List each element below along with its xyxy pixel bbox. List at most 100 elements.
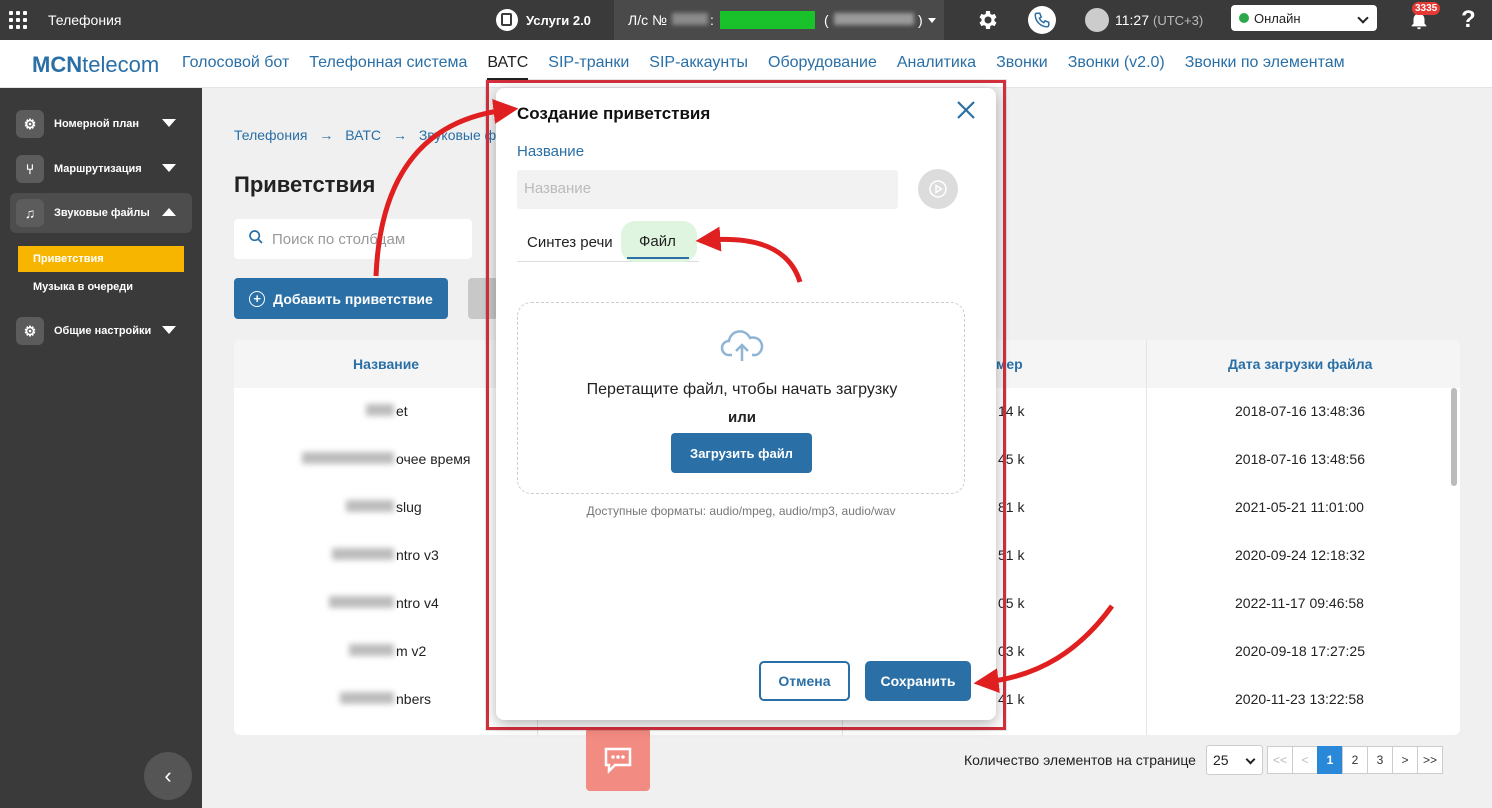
search-input[interactable]: Поиск по столбцам bbox=[234, 219, 472, 259]
status-label: Онлайн bbox=[1254, 10, 1301, 26]
redacted-text bbox=[346, 500, 394, 512]
account-paren-open: ( bbox=[824, 12, 829, 28]
nav-calls[interactable]: Звонки bbox=[996, 54, 1048, 80]
branch-icon: ⑂ bbox=[16, 155, 44, 183]
play-button[interactable] bbox=[918, 169, 958, 209]
account-colon: : bbox=[710, 12, 714, 28]
collapse-sidebar-button[interactable]: ‹ bbox=[144, 752, 192, 800]
account-paren-close: ) bbox=[918, 12, 923, 28]
tab-file[interactable]: Файл bbox=[621, 221, 697, 262]
services-label: Услуги 2.0 bbox=[526, 12, 591, 28]
cell-date: 2021-05-21 11:01:00 bbox=[1235, 499, 1364, 515]
arrow-right-icon: → bbox=[319, 127, 334, 143]
nav-vats[interactable]: ВАТС bbox=[487, 54, 529, 80]
cell-name: ntro v4 bbox=[396, 595, 439, 611]
save-button[interactable]: Сохранить bbox=[865, 661, 971, 701]
page-button[interactable]: 2 bbox=[1342, 746, 1368, 774]
status-select[interactable]: Онлайн bbox=[1231, 5, 1377, 31]
gear-icon: ⚙ bbox=[16, 317, 44, 345]
tab-underline bbox=[627, 257, 689, 259]
name-placeholder: Название bbox=[524, 180, 592, 197]
nav-sip-accounts[interactable]: SIP-аккаунты bbox=[649, 54, 748, 80]
drop-text: Перетащите файл, чтобы начать загрузку bbox=[586, 381, 898, 398]
pagination: << < 1 2 3 > >> bbox=[1267, 746, 1443, 774]
chevron-down-icon bbox=[162, 164, 176, 172]
name-label: Название bbox=[517, 143, 585, 160]
logo[interactable]: MCNtelecom bbox=[32, 52, 159, 78]
sidebar-item-routing[interactable]: ⑂ Маршрутизация bbox=[10, 149, 192, 189]
sidebar: ⚙ Номерной план ⑂ Маршрутизация ♫ Звуков… bbox=[0, 88, 202, 808]
cell-date: 2020-09-24 12:18:32 bbox=[1235, 547, 1365, 563]
settings-gear-icon[interactable] bbox=[975, 0, 999, 40]
sidebar-subitem-queue-music[interactable]: Музыка в очереди bbox=[18, 274, 184, 300]
clock-timezone: (UTC+3) bbox=[1153, 12, 1204, 28]
music-file-icon: ♫ bbox=[16, 199, 44, 227]
cell-date: 2022-11-17 09:46:58 bbox=[1235, 595, 1364, 611]
app-title: Телефония bbox=[48, 12, 122, 28]
account-name-redacted bbox=[834, 13, 914, 25]
sidebar-subitem-greetings[interactable]: Приветствия bbox=[18, 246, 184, 272]
or-text: или bbox=[728, 409, 756, 426]
nav-sip-trunks[interactable]: SIP-транки bbox=[548, 54, 629, 80]
cell-name: m v2 bbox=[396, 643, 427, 659]
nav-calls-v2[interactable]: Звонки (v2.0) bbox=[1068, 54, 1165, 80]
notifications-badge: 3335 bbox=[1412, 2, 1441, 15]
sidebar-item-label: Общие настройки bbox=[54, 325, 152, 337]
phone-icon[interactable] bbox=[1028, 6, 1056, 34]
page-size-value: 25 bbox=[1213, 752, 1229, 768]
logo-rest: telecom bbox=[82, 52, 160, 77]
plus-circle-icon: + bbox=[249, 290, 266, 307]
apps-grid-icon[interactable] bbox=[8, 0, 28, 40]
column-header-name[interactable]: Название bbox=[353, 356, 419, 372]
next-page-button[interactable]: > bbox=[1392, 746, 1418, 774]
nav-calls-by-elements[interactable]: Звонки по элементам bbox=[1185, 54, 1345, 80]
last-page-button[interactable]: >> bbox=[1417, 746, 1443, 774]
account-balance-redacted bbox=[720, 11, 815, 29]
help-icon[interactable]: ? bbox=[1461, 0, 1476, 40]
sidebar-item-label: Номерной план bbox=[54, 118, 140, 130]
services-link[interactable]: Услуги 2.0 bbox=[496, 0, 591, 40]
allowed-formats: Доступные форматы: audio/mpeg, audio/mp3… bbox=[586, 504, 896, 518]
redacted-text bbox=[332, 548, 394, 560]
add-greeting-label: Добавить приветствие bbox=[273, 290, 433, 307]
gear-icon: ⚙ bbox=[16, 110, 44, 138]
page-size-select[interactable]: 25 bbox=[1206, 745, 1263, 775]
file-dropzone[interactable]: Перетащите файл, чтобы начать загрузку и… bbox=[517, 302, 965, 494]
nav-equipment[interactable]: Оборудование bbox=[768, 54, 877, 80]
logo-bold: MCN bbox=[32, 52, 83, 77]
close-icon[interactable] bbox=[956, 100, 978, 122]
clock-time: 11:27 bbox=[1115, 12, 1149, 28]
sidebar-item-number-plan[interactable]: ⚙ Номерной план bbox=[10, 104, 192, 144]
user-menu[interactable]: 11:27 (UTC+3) bbox=[1085, 0, 1203, 40]
cell-name: очее время bbox=[396, 451, 471, 467]
cancel-button[interactable]: Отмена bbox=[759, 661, 850, 701]
redacted-text bbox=[340, 692, 394, 704]
first-page-button[interactable]: << bbox=[1267, 746, 1293, 774]
page-button[interactable]: 1 bbox=[1317, 746, 1343, 774]
page-button[interactable]: 3 bbox=[1367, 746, 1393, 774]
table-scrollbar[interactable] bbox=[1451, 388, 1457, 486]
column-header-date[interactable]: Дата загрузки файла bbox=[1228, 356, 1372, 372]
cell-name: nbers bbox=[396, 691, 432, 707]
chat-button[interactable] bbox=[586, 728, 650, 791]
upload-file-button[interactable]: Загрузить файл bbox=[671, 433, 812, 473]
sidebar-item-general-settings[interactable]: ⚙ Общие настройки bbox=[10, 311, 192, 351]
redacted-text bbox=[329, 596, 394, 608]
nav-phone-system[interactable]: Телефонная система bbox=[309, 54, 467, 80]
cell-date: 2018-07-16 13:48:36 bbox=[1235, 403, 1365, 419]
name-input[interactable]: Название bbox=[517, 170, 898, 209]
account-label: Л/с № bbox=[628, 12, 667, 28]
breadcrumb-item[interactable]: ВАТС bbox=[345, 127, 381, 143]
prev-page-button[interactable]: < bbox=[1292, 746, 1318, 774]
sidebar-item-sound-files[interactable]: ♫ Звуковые файлы bbox=[10, 193, 192, 233]
tab-speech-synthesis[interactable]: Синтез речи bbox=[527, 234, 613, 251]
avatar bbox=[1085, 8, 1109, 32]
chevron-down-icon bbox=[1245, 754, 1256, 765]
search-placeholder: Поиск по столбцам bbox=[272, 230, 406, 248]
arrow-right-icon: → bbox=[392, 127, 407, 143]
nav-voice-bot[interactable]: Голосовой бот bbox=[182, 54, 289, 80]
nav-analytics[interactable]: Аналитика bbox=[897, 54, 976, 80]
breadcrumb-item[interactable]: Телефония bbox=[234, 127, 307, 143]
add-greeting-button[interactable]: + Добавить приветствие bbox=[234, 278, 448, 319]
page-size-label: Количество элементов на странице bbox=[964, 752, 1196, 768]
